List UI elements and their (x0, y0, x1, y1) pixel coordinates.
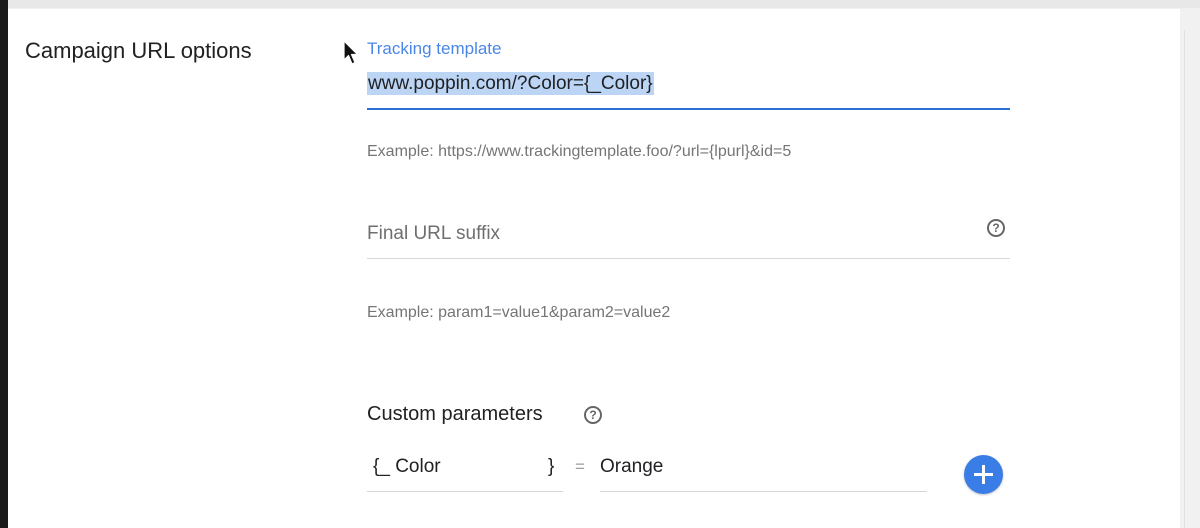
section-title: Campaign URL options (25, 38, 252, 63)
top-bar (8, 0, 1200, 8)
custom-parameter-key-input[interactable]: {_ Color (373, 456, 441, 478)
final-url-suffix-help-icon[interactable]: ? (987, 219, 1005, 237)
tracking-template-label: Tracking template (367, 39, 502, 58)
app-window: Campaign URL options Tracking template w… (8, 0, 1200, 528)
custom-parameter-key-underline (367, 491, 563, 492)
tracking-template-example: Example: https://www.trackingtemplate.fo… (367, 143, 792, 160)
final-url-suffix-input[interactable]: Final URL suffix (367, 223, 500, 245)
custom-parameter-separator: = (575, 457, 585, 476)
custom-parameter-value-underline (600, 491, 927, 492)
mouse-cursor-icon (343, 40, 359, 65)
plus-icon-vertical (982, 465, 985, 484)
custom-parameter-key-prefix: {_ (373, 456, 390, 477)
tracking-template-input[interactable]: www.poppin.com/?Color={_Color} (367, 72, 654, 95)
custom-parameter-value-input[interactable]: Orange (600, 456, 663, 478)
final-url-suffix-underline (367, 258, 1010, 259)
tracking-template-value[interactable]: www.poppin.com/?Color={_Color} (367, 72, 654, 95)
add-parameter-button[interactable] (964, 455, 1003, 494)
tracking-template-underline (367, 108, 1010, 110)
custom-parameters-heading: Custom parameters (367, 403, 543, 425)
panel-divider (1184, 30, 1185, 528)
final-url-suffix-example: Example: param1=value1&param2=value2 (367, 304, 671, 321)
custom-parameters-help-icon[interactable]: ? (584, 406, 602, 424)
custom-parameter-key: Color (395, 456, 441, 477)
custom-parameter-key-suffix: } (548, 456, 555, 477)
